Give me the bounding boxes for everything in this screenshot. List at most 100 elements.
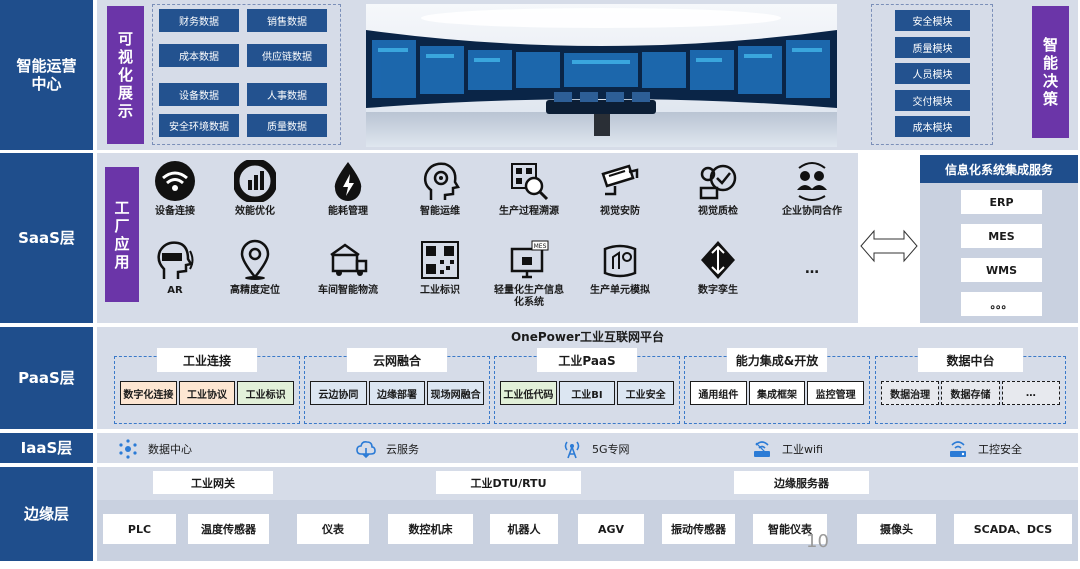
paas-group-title: 云网融合 bbox=[347, 348, 447, 372]
app-tile[interactable]: 企业协同合作 bbox=[767, 160, 857, 240]
iaas-item: 工业wifi bbox=[752, 438, 823, 460]
gateway-box: 边缘服务器 bbox=[734, 471, 869, 494]
app-tile[interactable]: 数字孪生 bbox=[673, 239, 763, 319]
integration-item: WMS bbox=[961, 258, 1042, 282]
integration-item: 。。。 bbox=[961, 292, 1042, 316]
paas-item: 监控管理 bbox=[807, 381, 864, 405]
iaas-label: 工控安全 bbox=[978, 443, 1022, 456]
paas-item: 集成框架 bbox=[748, 381, 806, 405]
device-box: 数控机床 bbox=[388, 514, 473, 544]
paas-group-title: 工业PaaS bbox=[537, 348, 637, 372]
mes-monitor-icon: MES bbox=[508, 239, 550, 281]
app-label: 轻量化生产信息化系统 bbox=[494, 285, 564, 308]
svg-text:MES: MES bbox=[534, 243, 547, 250]
module-chip: 成本模块 bbox=[895, 116, 970, 137]
paas-item: … bbox=[1001, 381, 1060, 405]
efficiency-chart-icon bbox=[232, 158, 278, 204]
app-tile[interactable]: 能耗管理 bbox=[303, 160, 393, 240]
app-label: 车间智能物流 bbox=[318, 285, 378, 296]
layer-label-paas: PaaS层 bbox=[0, 327, 93, 429]
layer-label-iaas: IaaS层 bbox=[0, 433, 93, 463]
integration-item: MES bbox=[961, 224, 1042, 248]
paas-item: 工业低代码 bbox=[500, 381, 557, 405]
integration-title: 信息化系统集成服务 bbox=[920, 155, 1078, 183]
app-tile[interactable]: 生产过程溯源 bbox=[484, 160, 574, 240]
paas-item: 工业安全 bbox=[617, 381, 674, 405]
iaas-label: 数据中心 bbox=[148, 443, 192, 456]
data-chip: 安全环境数据 bbox=[159, 114, 239, 137]
module-chip: 安全模块 bbox=[895, 10, 970, 31]
data-chip: 财务数据 bbox=[159, 9, 239, 32]
app-tile[interactable]: 视觉安防 bbox=[575, 160, 665, 240]
iaas-item: 5G专网 bbox=[562, 438, 630, 460]
app-label: 智能运维 bbox=[420, 206, 460, 217]
paas-item: 边缘部署 bbox=[368, 381, 426, 405]
visualization-label: 可视化展示 bbox=[107, 6, 144, 144]
module-chip: 交付模块 bbox=[895, 89, 970, 111]
iaas-item: 云服务 bbox=[356, 438, 419, 460]
app-label: 视觉质检 bbox=[698, 206, 738, 217]
device-box: 仪表 bbox=[297, 514, 369, 544]
data-chip: 供应链数据 bbox=[247, 44, 327, 67]
security-camera-icon bbox=[599, 160, 641, 202]
layer-label-ops: 智能运营中心 bbox=[0, 0, 93, 150]
app-tile[interactable]: 高精度定位 bbox=[210, 239, 300, 319]
app-label: 生产过程溯源 bbox=[499, 206, 559, 217]
app-label: 视觉安防 bbox=[600, 206, 640, 217]
iaas-label: 云服务 bbox=[386, 443, 419, 456]
device-box: SCADA、DCS bbox=[954, 514, 1072, 544]
paas-item: 工业协议 bbox=[178, 381, 236, 405]
paas-group-title: 数据中台 bbox=[918, 348, 1023, 372]
device-box: 摄像头 bbox=[857, 514, 936, 544]
paas-item: 现场网融合 bbox=[427, 381, 484, 405]
app-label: 企业协同合作 bbox=[782, 206, 842, 217]
gateway-box: 工业DTU/RTU bbox=[436, 471, 581, 494]
app-label: 设备连接 bbox=[155, 206, 195, 217]
app-tile[interactable]: AR bbox=[130, 239, 220, 319]
data-chip: 人事数据 bbox=[247, 83, 327, 106]
paas-item: 数字化连接 bbox=[120, 381, 177, 405]
head-gear-icon bbox=[419, 160, 461, 202]
app-tile[interactable]: 设备连接 bbox=[130, 160, 220, 240]
cloud-icon bbox=[356, 439, 376, 459]
iaas-item: 工控安全 bbox=[948, 438, 1022, 460]
app-tile[interactable]: 车间智能物流 bbox=[303, 239, 393, 319]
app-tile[interactable]: … bbox=[767, 239, 857, 319]
5g-antenna-icon bbox=[562, 439, 582, 459]
data-center-icon bbox=[118, 439, 138, 459]
app-label: 高精度定位 bbox=[230, 285, 280, 296]
decision-label: 智能决策 bbox=[1032, 6, 1069, 138]
location-pin-icon bbox=[234, 239, 276, 281]
module-chip: 质量模块 bbox=[895, 36, 970, 58]
app-tile[interactable]: 视觉质检 bbox=[673, 160, 763, 240]
data-chip: 质量数据 bbox=[247, 114, 327, 137]
energy-drop-icon bbox=[327, 160, 369, 202]
paas-item: 工业BI bbox=[558, 381, 616, 405]
logistics-truck-icon bbox=[327, 239, 369, 281]
module-chip: 人员模块 bbox=[895, 63, 970, 84]
app-label: … bbox=[805, 261, 819, 277]
paas-item: 云边协同 bbox=[310, 381, 367, 405]
wifi-router-icon bbox=[752, 439, 772, 459]
team-collab-icon bbox=[791, 160, 833, 202]
layer-label-edge: 边缘层 bbox=[0, 467, 93, 561]
device-box: AGV bbox=[578, 514, 644, 544]
app-tile[interactable]: 效能优化 bbox=[210, 158, 300, 240]
app-tile[interactable]: MES 轻量化生产信息化系统 bbox=[484, 239, 574, 319]
iaas-label: 工业wifi bbox=[782, 443, 823, 456]
app-tile[interactable]: 工业标识 bbox=[395, 239, 485, 319]
qr-code-icon bbox=[419, 239, 461, 281]
production-unit-icon bbox=[599, 239, 641, 281]
app-tile[interactable]: 生产单元模拟 bbox=[575, 239, 665, 319]
app-label: 数字孪生 bbox=[698, 285, 738, 296]
bidirectional-arrow-icon bbox=[860, 226, 918, 266]
device-box: 机器人 bbox=[490, 514, 558, 544]
app-label: 效能优化 bbox=[235, 206, 275, 217]
data-chip: 成本数据 bbox=[159, 44, 239, 67]
platform-title: OnePower工业互联网平台 bbox=[510, 329, 665, 344]
iaas-item: 数据中心 bbox=[118, 438, 192, 460]
app-tile[interactable]: 智能运维 bbox=[395, 160, 485, 240]
paas-item: 工业标识 bbox=[237, 381, 294, 405]
layer-label-saas: SaaS层 bbox=[0, 153, 93, 323]
paas-item: 通用组件 bbox=[690, 381, 747, 405]
